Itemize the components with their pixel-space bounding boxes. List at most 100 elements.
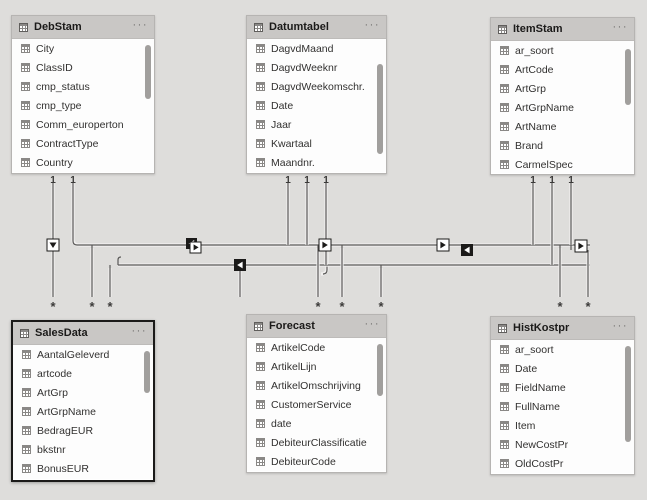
table-field[interactable]: Kwartaal: [247, 134, 386, 153]
filter-direction-right-icon: [436, 238, 450, 252]
cardinality-many-marker: *: [557, 299, 563, 314]
field-name: OldCostPr: [515, 457, 564, 470]
table-field[interactable]: Item: [491, 416, 634, 435]
table-field-list-debstam[interactable]: City ClassID cmp_status cmp_type Comm_europe…: [12, 39, 154, 172]
table-field[interactable]: BonusEUR: [13, 459, 153, 478]
model-diagram-canvas[interactable]: .rl { fill:none; stroke:#595857; stroke-…: [0, 0, 647, 500]
table-card-itemstam[interactable]: ItemStam ··· ar_soort ArtCode ArtGrp ArtGrpNa…: [490, 17, 635, 175]
table-field[interactable]: cmp_status: [12, 77, 154, 96]
table-card-debstam[interactable]: DebStam ··· City ClassID cmp_status cmp_type C…: [11, 15, 155, 174]
table-field-list-itemstam[interactable]: ar_soort ArtCode ArtGrp ArtGrpName ArtName Br…: [491, 41, 634, 173]
table-card-salesdata[interactable]: SalesData ··· AantalGeleverd artcode ArtGrp A…: [11, 320, 155, 482]
table-field[interactable]: ArtikelLijn: [247, 357, 386, 376]
table-field[interactable]: ar_soort: [491, 41, 634, 60]
table-field[interactable]: FieldName: [491, 378, 634, 397]
table-menu-button[interactable]: ···: [613, 22, 629, 34]
filter-direction-right-icon: [318, 238, 332, 252]
table-field[interactable]: DagvdWeeknr: [247, 58, 386, 77]
table-field[interactable]: CustomerService: [247, 395, 386, 414]
table-field[interactable]: BedragEUR: [13, 421, 153, 440]
table-header-forecast[interactable]: Forecast ···: [247, 315, 386, 338]
table-icon: [498, 24, 507, 34]
scrollbar-thumb[interactable]: [144, 351, 150, 393]
table-field[interactable]: DebiteurCode: [247, 452, 386, 471]
table-menu-button[interactable]: ···: [132, 326, 148, 338]
table-field-list-histkostpr[interactable]: ar_soort Date FieldName FullName Item NewCost…: [491, 340, 634, 473]
field-name: ArtikelOmschrijving: [271, 379, 361, 392]
cardinality-one-marker: 1: [323, 175, 329, 186]
table-field[interactable]: DagvdWeekomschr.: [247, 77, 386, 96]
field-name: DebiteurClassificatie: [271, 436, 367, 449]
table-field[interactable]: ArtGrp: [13, 383, 153, 402]
field-name: ArtikelLijn: [271, 360, 317, 373]
cardinality-many-marker: *: [315, 299, 321, 314]
table-field[interactable]: Brand: [491, 136, 634, 155]
scrollbar-thumb[interactable]: [145, 45, 151, 99]
table-header-salesdata[interactable]: SalesData ···: [13, 322, 153, 345]
field-name: FieldName: [515, 381, 566, 394]
table-field[interactable]: ArtName: [491, 117, 634, 136]
table-field[interactable]: City: [12, 39, 154, 58]
table-field[interactable]: Date: [491, 359, 634, 378]
table-field[interactable]: AantalGeleverd: [13, 345, 153, 364]
table-field[interactable]: NewCostPr: [491, 435, 634, 454]
table-header-datumtabel[interactable]: Datumtabel ···: [247, 16, 386, 39]
table-field[interactable]: ContractType: [12, 134, 154, 153]
field-name: DebiteurCode: [271, 455, 336, 468]
scrollbar-thumb[interactable]: [377, 64, 383, 154]
table-field[interactable]: OldCostPr: [491, 454, 634, 473]
table-field[interactable]: DebiteurClassificatie: [247, 433, 386, 452]
table-menu-button[interactable]: ···: [365, 319, 381, 331]
table-field[interactable]: ArtGrp: [491, 79, 634, 98]
table-field[interactable]: ArtGrpName: [491, 98, 634, 117]
table-field[interactable]: date: [247, 414, 386, 433]
table-field[interactable]: ArtCode: [491, 60, 634, 79]
vertical-scrollbar[interactable]: [625, 43, 631, 171]
table-title: SalesData: [35, 327, 88, 339]
table-field[interactable]: ArtikelCode: [247, 338, 386, 357]
table-field[interactable]: bkstnr: [13, 440, 153, 459]
vertical-scrollbar[interactable]: [144, 347, 150, 477]
table-card-datumtabel[interactable]: Datumtabel ··· DagvdMaand DagvdWeeknr DagvdW…: [246, 15, 387, 174]
table-field[interactable]: Country: [12, 153, 154, 172]
table-field[interactable]: artcode: [13, 364, 153, 383]
table-menu-button[interactable]: ···: [133, 20, 149, 32]
table-header-debstam[interactable]: DebStam ···: [12, 16, 154, 39]
scrollbar-thumb[interactable]: [625, 346, 631, 442]
field-name: NewCostPr: [515, 438, 569, 451]
vertical-scrollbar[interactable]: [145, 41, 151, 170]
cardinality-one-marker: 1: [549, 175, 555, 186]
table-field[interactable]: Date: [247, 96, 386, 115]
field-name: Date: [271, 99, 294, 112]
table-menu-button[interactable]: ···: [365, 20, 381, 32]
vertical-scrollbar[interactable]: [377, 41, 383, 170]
table-field-list-forecast[interactable]: ArtikelCode ArtikelLijn ArtikelOmschrijvin…: [247, 338, 386, 471]
table-card-histkostpr[interactable]: HistKostpr ··· ar_soort Date FieldName FullNa…: [490, 316, 635, 475]
table-field[interactable]: CarmelSpec: [491, 155, 634, 173]
table-field[interactable]: Comm_europerton: [12, 115, 154, 134]
table-card-forecast[interactable]: Forecast ··· ArtikelCode ArtikelLijn Artikel…: [246, 314, 387, 473]
table-field[interactable]: FullName: [491, 397, 634, 416]
scrollbar-thumb[interactable]: [377, 344, 383, 396]
table-menu-button[interactable]: ···: [613, 321, 629, 333]
vertical-scrollbar[interactable]: [625, 342, 631, 471]
vertical-scrollbar[interactable]: [377, 340, 383, 469]
cardinality-one-marker: 1: [568, 175, 574, 186]
table-field[interactable]: cmp_type: [12, 96, 154, 115]
table-field[interactable]: ar_soort: [491, 340, 634, 359]
table-field[interactable]: DagvdMaand: [247, 39, 386, 58]
table-field[interactable]: ArtGrpName: [13, 402, 153, 421]
table-field[interactable]: Maandnr.: [247, 153, 386, 172]
scrollbar-thumb[interactable]: [625, 49, 631, 105]
table-icon: [20, 328, 29, 338]
table-field[interactable]: Jaar: [247, 115, 386, 134]
table-icon: [19, 22, 28, 32]
field-grid-icon: [22, 388, 31, 397]
table-field-list-salesdata[interactable]: AantalGeleverd artcode ArtGrp ArtGrpName Bed…: [13, 345, 153, 479]
field-grid-icon: [500, 122, 509, 131]
table-field[interactable]: ClassID: [12, 58, 154, 77]
table-header-itemstam[interactable]: ItemStam ···: [491, 18, 634, 41]
table-header-histkostpr[interactable]: HistKostpr ···: [491, 317, 634, 340]
table-field[interactable]: ArtikelOmschrijving: [247, 376, 386, 395]
table-field-list-datumtabel[interactable]: DagvdMaand DagvdWeeknr DagvdWeekomschr. Dat…: [247, 39, 386, 172]
